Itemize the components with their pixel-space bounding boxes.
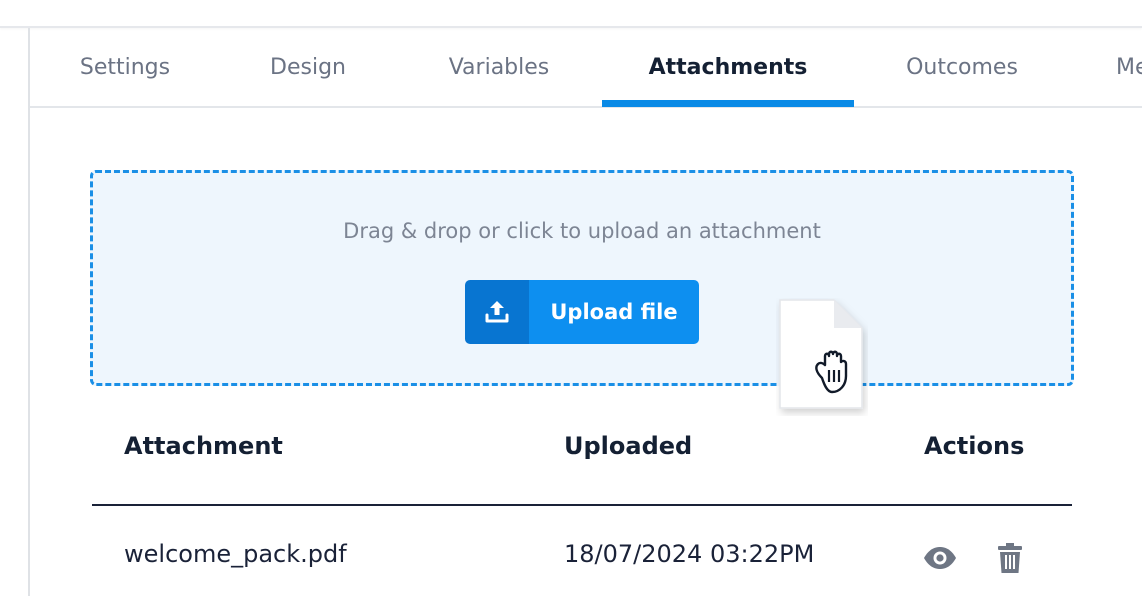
column-header-attachment: Attachment [124,432,283,460]
upload-icon [465,280,529,344]
tab-variables[interactable]: Variables [436,28,562,108]
tab-more[interactable]: Me [1116,28,1142,108]
file-icon [779,299,863,409]
attachment-name: welcome_pack.pdf [124,540,347,568]
tab-attachments[interactable]: Attachments [632,28,824,108]
upload-file-button[interactable]: Upload file [465,280,699,344]
column-header-actions: Actions [924,432,1025,460]
top-bar [0,0,1142,28]
dropzone-prompt: Drag & drop or click to upload an attach… [343,219,821,243]
eye-icon[interactable] [922,540,958,576]
tab-design[interactable]: Design [258,28,358,108]
active-tab-indicator [602,100,854,107]
tab-settings[interactable]: Settings [70,28,180,108]
trash-icon[interactable] [992,540,1028,576]
dragged-file [776,298,868,416]
tab-bar: Settings Design Variables Attachments Ou… [30,28,1142,108]
uploaded-timestamp: 18/07/2024 03:22PM [564,540,815,568]
tab-outcomes[interactable]: Outcomes [896,28,1028,108]
table-header-divider [92,504,1072,506]
left-divider [28,28,30,596]
upload-dropzone[interactable]: Drag & drop or click to upload an attach… [90,170,1074,386]
upload-file-label: Upload file [529,280,699,344]
column-header-uploaded: Uploaded [564,432,693,460]
